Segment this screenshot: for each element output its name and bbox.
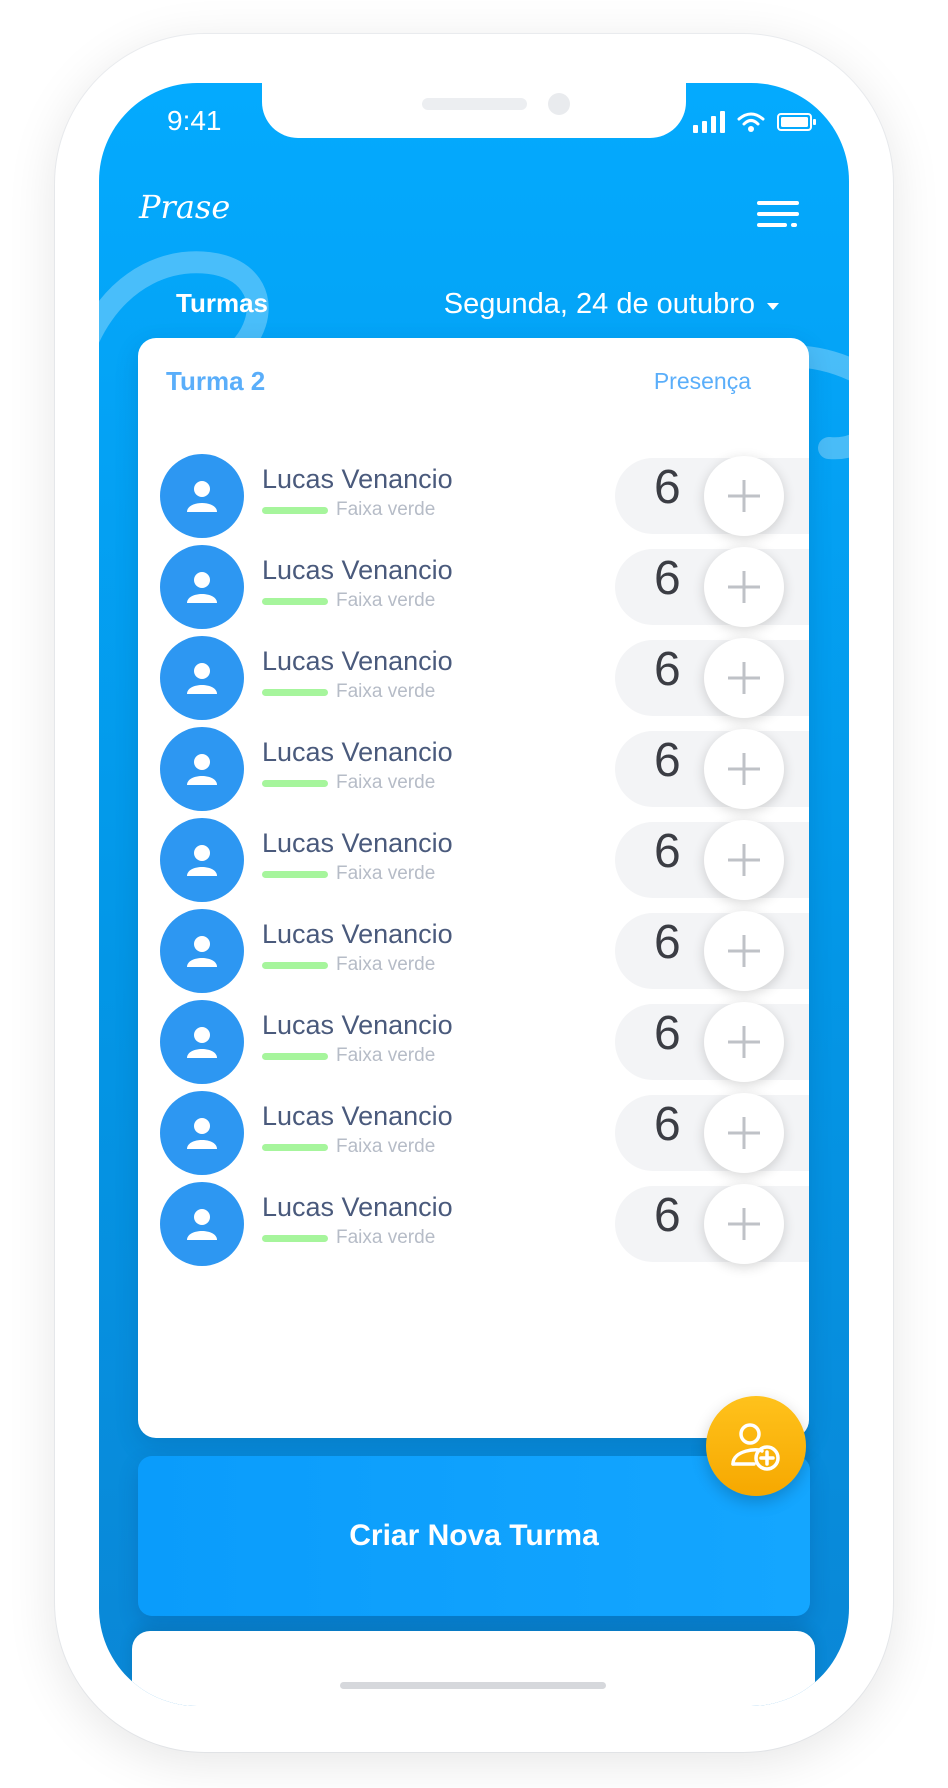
belt-label: Faixa verde	[336, 1227, 436, 1248]
belt-label: Faixa verde	[336, 863, 436, 884]
student-name: Lucas Venancio	[262, 464, 453, 494]
student-row: Lucas Venancio Faixa verde 6	[138, 1091, 809, 1175]
increment-button[interactable]	[704, 1184, 784, 1264]
plus-icon	[728, 753, 760, 785]
class-title: Turma 2	[166, 366, 266, 396]
home-indicator[interactable]	[340, 1682, 606, 1689]
plus-icon	[728, 1117, 760, 1149]
belt-label: Faixa verde	[336, 954, 436, 975]
increment-button[interactable]	[704, 638, 784, 718]
attendance-count: 6	[654, 734, 681, 787]
student-name: Lucas Venancio	[262, 555, 453, 585]
belt-label: Faixa verde	[336, 681, 436, 702]
device-notch	[262, 83, 686, 138]
user-icon	[160, 454, 244, 538]
belt-color-bar	[262, 507, 328, 514]
plus-icon	[728, 1026, 760, 1058]
increment-button[interactable]	[704, 1002, 784, 1082]
plus-icon	[728, 844, 760, 876]
plus-icon	[728, 935, 760, 967]
user-icon	[160, 636, 244, 720]
attendance-count: 6	[654, 825, 681, 878]
bottom-sheet[interactable]	[132, 1631, 815, 1706]
belt-label: Faixa verde	[336, 772, 436, 793]
increment-button[interactable]	[704, 1093, 784, 1173]
belt-color-bar	[262, 1144, 328, 1151]
student-name: Lucas Venancio	[262, 646, 453, 676]
attendance-count: 6	[654, 461, 681, 514]
belt-color-bar	[262, 780, 328, 787]
plus-icon	[728, 662, 760, 694]
user-icon	[160, 1091, 244, 1175]
student-name: Lucas Venancio	[262, 1010, 453, 1040]
plus-icon	[728, 571, 760, 603]
class-card: Turma 2 Presença Lucas Venancio Faixa ve…	[138, 338, 809, 1438]
increment-button[interactable]	[704, 820, 784, 900]
increment-button[interactable]	[704, 456, 784, 536]
student-row: Lucas Venancio Faixa verde 6	[138, 1000, 809, 1084]
plus-icon	[728, 1208, 760, 1240]
student-row: Lucas Venancio Faixa verde 6	[138, 545, 809, 629]
add-user-icon	[731, 1423, 780, 1471]
belt-color-bar	[262, 871, 328, 878]
battery-icon	[777, 113, 816, 131]
attendance-count: 6	[654, 643, 681, 696]
increment-button[interactable]	[704, 547, 784, 627]
presence-column-label: Presença	[653, 368, 751, 394]
increment-button[interactable]	[704, 911, 784, 991]
student-name: Lucas Venancio	[262, 828, 453, 858]
user-icon	[160, 818, 244, 902]
belt-color-bar	[262, 598, 328, 605]
signal-icon	[693, 111, 725, 133]
user-icon	[160, 909, 244, 993]
brand-logo: Prase	[139, 188, 231, 226]
student-name: Lucas Venancio	[262, 1192, 453, 1222]
attendance-count: 6	[654, 1189, 681, 1242]
student-name: Lucas Venancio	[262, 1101, 453, 1131]
attendance-count: 6	[654, 1098, 681, 1151]
date-label: Segunda, 24 de outubro	[443, 288, 755, 320]
student-name: Lucas Venancio	[262, 919, 453, 949]
belt-color-bar	[262, 689, 328, 696]
user-icon	[160, 1182, 244, 1266]
belt-label: Faixa verde	[336, 1136, 436, 1157]
tab-turmas[interactable]: Turmas	[176, 288, 268, 319]
user-icon	[160, 727, 244, 811]
belt-label: Faixa verde	[336, 1045, 436, 1066]
student-row: Lucas Venancio Faixa verde 6	[138, 909, 809, 993]
student-row: Lucas Venancio Faixa verde 6	[138, 1182, 809, 1266]
add-student-button[interactable]	[706, 1396, 806, 1496]
belt-color-bar	[262, 1053, 328, 1060]
user-icon	[160, 545, 244, 629]
student-row: Lucas Venancio Faixa verde 6	[138, 636, 809, 720]
create-class-button[interactable]: Criar Nova Turma	[138, 1456, 810, 1616]
student-name: Lucas Venancio	[262, 737, 453, 767]
plus-icon	[728, 480, 760, 512]
speaker-grille	[422, 98, 527, 110]
status-icons	[693, 107, 817, 137]
belt-color-bar	[262, 962, 328, 969]
attendance-count: 6	[654, 552, 681, 605]
belt-color-bar	[262, 1235, 328, 1242]
student-row: Lucas Venancio Faixa verde 6	[138, 727, 809, 811]
student-row: Lucas Venancio Faixa verde 6	[138, 454, 809, 538]
student-row: Lucas Venancio Faixa verde 6	[138, 818, 809, 902]
belt-label: Faixa verde	[336, 590, 436, 611]
front-camera	[548, 93, 570, 115]
status-time: 9:41	[167, 105, 222, 136]
wifi-icon	[737, 112, 765, 132]
increment-button[interactable]	[704, 729, 784, 809]
menu-icon[interactable]	[757, 201, 799, 231]
belt-label: Faixa verde	[336, 499, 436, 520]
caret-down-icon	[767, 302, 779, 310]
attendance-count: 6	[654, 916, 681, 969]
user-icon	[160, 1000, 244, 1084]
attendance-count: 6	[654, 1007, 681, 1060]
date-selector[interactable]: Segunda, 24 de outubro	[444, 288, 779, 321]
app-screen: 9:41 Prase Turmas Segunda, 24 de outubro	[99, 83, 849, 1706]
